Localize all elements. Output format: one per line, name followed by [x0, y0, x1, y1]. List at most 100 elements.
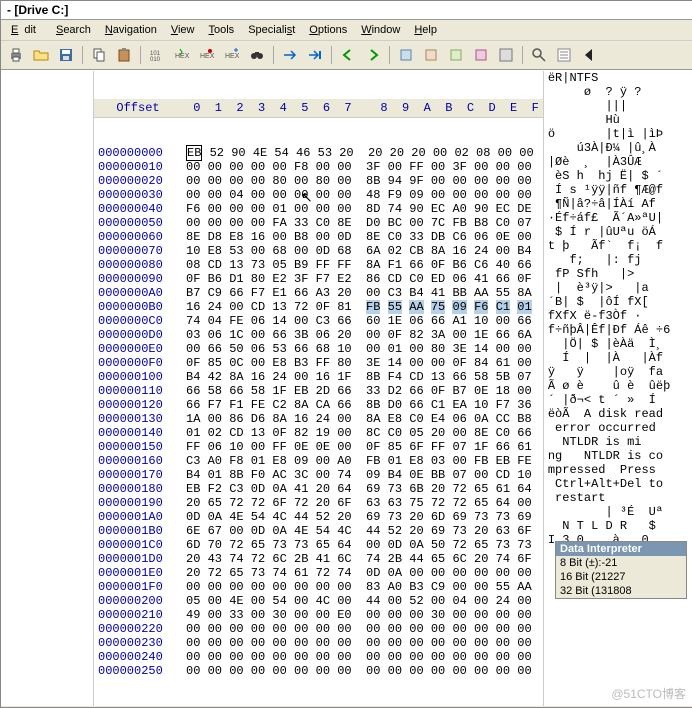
- ascii-row[interactable]: mpressed Press: [548, 463, 670, 477]
- ascii-row[interactable]: ö |t|ì |ìÞ: [548, 127, 670, 141]
- hex-row[interactable]: 000000000EB 52 90 4E 54 46 53 20 20 20 2…: [94, 146, 543, 160]
- hex-row[interactable]: 000000100B4 42 8A 16 24 00 16 1F 8B F4 C…: [94, 370, 543, 384]
- print-icon[interactable]: [5, 44, 27, 66]
- hex-alt-icon[interactable]: HEX: [196, 44, 218, 66]
- bytes-cell[interactable]: 6E 67 00 0D 0A 4E 54 4C 44 52 20 69 73 2…: [182, 524, 536, 538]
- bytes-cell[interactable]: 00 00 00 00 00 00 00 00 83 A0 B3 C9 00 0…: [182, 580, 536, 594]
- ascii-view[interactable]: ëR|NTFS ø ? ÿ ? ||| Hùö |t|ì |ìÞ ú3À|Ð¼ …: [543, 71, 674, 706]
- ascii-row[interactable]: t þ Ãf` f¡ f: [548, 239, 670, 253]
- binoculars-icon[interactable]: [246, 44, 268, 66]
- ascii-row[interactable]: ¶Ñ|â?÷â|ÍÀí Af: [548, 197, 670, 211]
- search-tool-icon[interactable]: [528, 44, 550, 66]
- hex-row[interactable]: 00000002000 00 00 00 80 00 80 00 8B 94 9…: [94, 174, 543, 188]
- bytes-cell[interactable]: 00 00 00 00 00 00 00 00 00 00 00 00 00 0…: [182, 636, 536, 650]
- bytes-cell[interactable]: 1A 00 86 D6 8A 16 24 00 8A E8 C0 E4 06 0…: [182, 412, 536, 426]
- menu-options[interactable]: Options: [303, 22, 353, 38]
- bytes-cell[interactable]: 6D 70 72 65 73 73 65 64 00 0D 0A 50 72 6…: [182, 538, 536, 552]
- hex-row[interactable]: 0000001A00D 0A 4E 54 4C 44 52 20 69 73 2…: [94, 510, 543, 524]
- hex-row[interactable]: 000000040F6 00 00 00 01 00 00 00 8D 74 9…: [94, 202, 543, 216]
- hex-row[interactable]: 00000007010 E8 53 00 68 00 0D 68 6A 02 C…: [94, 244, 543, 258]
- ascii-row[interactable]: Hù: [548, 113, 670, 127]
- hex-row[interactable]: 000000160C3 A0 F8 01 E8 09 00 A0 FB 01 E…: [94, 454, 543, 468]
- hex-view[interactable]: Offset 0 1 2 3 4 5 6 7 8 9 A B C D E F 0…: [94, 71, 543, 706]
- bytes-cell[interactable]: 00 00 04 00 00 00 00 00 48 F9 09 00 00 0…: [182, 188, 536, 202]
- hex-row[interactable]: 00000025000 00 00 00 00 00 00 00 00 00 0…: [94, 664, 543, 678]
- nav-left-icon[interactable]: [578, 44, 600, 66]
- hex-row[interactable]: 0000000608E D8 E8 16 00 B8 00 0D 8E C0 3…: [94, 230, 543, 244]
- bytes-cell[interactable]: 00 00 00 00 80 00 80 00 8B 94 9F 00 00 0…: [182, 174, 536, 188]
- menu-search[interactable]: Search: [50, 22, 97, 38]
- bytes-cell[interactable]: 03 06 1C 00 66 3B 06 20 00 0F 82 3A 00 1…: [182, 328, 536, 342]
- menu-view[interactable]: View: [165, 22, 201, 38]
- bytes-cell[interactable]: 66 F7 F1 FE C2 8A CA 66 8B D0 66 C1 EA 1…: [182, 398, 536, 412]
- menu-window[interactable]: Window: [355, 22, 406, 38]
- hex-row[interactable]: 0000000D003 06 1C 00 66 3B 06 20 00 0F 8…: [94, 328, 543, 342]
- bytes-cell[interactable]: 0F 85 0C 00 E8 B3 FF 80 3E 14 00 00 0F 8…: [182, 356, 536, 370]
- bytes-cell[interactable]: 74 04 FE 06 14 00 C3 66 60 1E 06 66 A1 1…: [182, 314, 536, 328]
- ascii-row[interactable]: Í | |À |Àf: [548, 351, 670, 365]
- bytes-cell[interactable]: C3 A0 F8 01 E8 09 00 A0 FB 01 E8 03 00 F…: [182, 454, 536, 468]
- back-icon[interactable]: [337, 44, 359, 66]
- data-interpreter-panel[interactable]: Data Interpreter 8 Bit (±):-21 16 Bit (2…: [555, 541, 687, 599]
- hex-row[interactable]: 0000000F00F 85 0C 00 E8 B3 FF 80 3E 14 0…: [94, 356, 543, 370]
- hex-row[interactable]: 0000001B06E 67 00 0D 0A 4E 54 4C 44 52 2…: [94, 524, 543, 538]
- bytes-cell[interactable]: 01 02 CD 13 0F 82 19 00 8C C0 05 20 00 8…: [182, 426, 536, 440]
- ascii-row[interactable]: ´ |ð¬< t ´ » Í: [548, 393, 670, 407]
- hex-row[interactable]: 00000022000 00 00 00 00 00 00 00 00 00 0…: [94, 622, 543, 636]
- ascii-row[interactable]: èS h hj Ë| $ ´: [548, 169, 670, 183]
- bytes-cell[interactable]: FF 06 10 00 FF 0E 0E 00 0F 85 6F FF 07 1…: [182, 440, 536, 454]
- bytes-cell[interactable]: EB F2 C3 0D 0A 41 20 64 69 73 6B 20 72 6…: [182, 482, 536, 496]
- bytes-cell[interactable]: F6 00 00 00 01 00 00 00 8D 74 90 EC A0 9…: [182, 202, 536, 216]
- hex-row[interactable]: 0000001F000 00 00 00 00 00 00 00 83 A0 B…: [94, 580, 543, 594]
- ascii-row[interactable]: Ctrl+Alt+Del to: [548, 477, 670, 491]
- hex-row[interactable]: 0000000B016 24 00 CD 13 72 0F 81 FB 55 A…: [94, 300, 543, 314]
- hex-101-icon[interactable]: 101010: [146, 44, 168, 66]
- hex-row[interactable]: 00000020005 00 4E 00 54 00 4C 00 44 00 5…: [94, 594, 543, 608]
- menu-tools[interactable]: Tools: [203, 22, 241, 38]
- hex-conv-icon[interactable]: HEX: [221, 44, 243, 66]
- bytes-cell[interactable]: 00 00 00 00 00 F8 00 00 3F 00 FF 00 3F 0…: [182, 160, 536, 174]
- bytes-cell[interactable]: B4 42 8A 16 24 00 16 1F 8B F4 CD 13 66 5…: [182, 370, 536, 384]
- bytes-cell[interactable]: 10 E8 53 00 68 00 0D 68 6A 02 CB 8A 16 2…: [182, 244, 536, 258]
- bytes-cell[interactable]: 0D 0A 4E 54 4C 44 52 20 69 73 20 6D 69 7…: [182, 510, 536, 524]
- ascii-row[interactable]: ·Éf÷áf£ Ã´A»ªU|: [548, 211, 670, 225]
- bytes-cell[interactable]: 49 00 33 00 30 00 00 E0 00 00 00 30 00 0…: [182, 608, 536, 622]
- tool1-icon[interactable]: [395, 44, 417, 66]
- ascii-row[interactable]: fP Sfh |>: [548, 267, 670, 281]
- ascii-row[interactable]: error occurred: [548, 421, 670, 435]
- hex-row[interactable]: 00000019020 65 72 72 6F 72 20 6F 63 63 7…: [94, 496, 543, 510]
- goto-icon[interactable]: [304, 44, 326, 66]
- menu-edit[interactable]: Edit: [5, 22, 48, 38]
- ascii-row[interactable]: |||: [548, 99, 670, 113]
- hex-row[interactable]: 0000000C074 04 FE 06 14 00 C3 66 60 1E 0…: [94, 314, 543, 328]
- ascii-row[interactable]: $ Í r |ûUªu öÁ: [548, 225, 670, 239]
- hex-row[interactable]: 00000008008 CD 13 73 05 B9 FF FF 8A F1 6…: [94, 258, 543, 272]
- ascii-row[interactable]: Ã ø è û è ûëþ: [548, 379, 670, 393]
- bytes-cell[interactable]: 00 66 50 06 53 66 68 10 00 01 00 80 3E 1…: [182, 342, 536, 356]
- ascii-row[interactable]: Í s ¹ÿÿ|ñf ¶Æ@f: [548, 183, 670, 197]
- hex-row[interactable]: 0000001C06D 70 72 65 73 73 65 64 00 0D 0…: [94, 538, 543, 552]
- bytes-cell[interactable]: 16 24 00 CD 13 72 0F 81 FB 55 AA 75 09 F…: [182, 300, 536, 314]
- hex-label-icon[interactable]: HEX: [171, 44, 193, 66]
- paste-icon[interactable]: [113, 44, 135, 66]
- bytes-cell[interactable]: 05 00 4E 00 54 00 4C 00 44 00 52 00 04 0…: [182, 594, 536, 608]
- hex-row[interactable]: 0000001E020 72 65 73 74 61 72 74 0D 0A 0…: [94, 566, 543, 580]
- hex-row[interactable]: 00000012066 F7 F1 FE C2 8A CA 66 8B D0 6…: [94, 398, 543, 412]
- bytes-cell[interactable]: EB 52 90 4E 54 46 53 20 20 20 20 00 02 0…: [182, 146, 538, 160]
- bytes-cell[interactable]: 20 65 72 72 6F 72 20 6F 63 63 75 72 72 6…: [182, 496, 536, 510]
- bytes-cell[interactable]: 08 CD 13 73 05 B9 FF FF 8A F1 66 0F B6 C…: [182, 258, 536, 272]
- bytes-cell[interactable]: 8E D8 E8 16 00 B8 00 0D 8E C0 33 DB C6 0…: [182, 230, 536, 244]
- hex-row[interactable]: 0000000900F B6 D1 80 E2 3F F7 E2 86 CD C…: [94, 272, 543, 286]
- hex-row[interactable]: 00000003000 00 04 00 00 00 00 00 48 F9 0…: [94, 188, 543, 202]
- hex-row[interactable]: 000000180EB F2 C3 0D 0A 41 20 64 69 73 6…: [94, 482, 543, 496]
- hex-row[interactable]: 00000023000 00 00 00 00 00 00 00 00 00 0…: [94, 636, 543, 650]
- bytes-cell[interactable]: 20 72 65 73 74 61 72 74 0D 0A 00 00 00 0…: [182, 566, 536, 580]
- tool3-icon[interactable]: [445, 44, 467, 66]
- hex-row[interactable]: 000000170B4 01 8B F0 AC 3C 00 74 09 B4 0…: [94, 468, 543, 482]
- hex-row[interactable]: 00000014001 02 CD 13 0F 82 19 00 8C C0 0…: [94, 426, 543, 440]
- ascii-row[interactable]: ng NTLDR is co: [548, 449, 670, 463]
- hex-row[interactable]: 00000021049 00 33 00 30 00 00 E0 00 00 0…: [94, 608, 543, 622]
- bytes-cell[interactable]: 66 58 66 58 1F EB 2D 66 33 D2 66 0F B7 0…: [182, 384, 536, 398]
- filter-icon[interactable]: [553, 44, 575, 66]
- bytes-cell[interactable]: B7 C9 66 F7 E1 66 A3 20 00 C3 B4 41 BB A…: [182, 286, 536, 300]
